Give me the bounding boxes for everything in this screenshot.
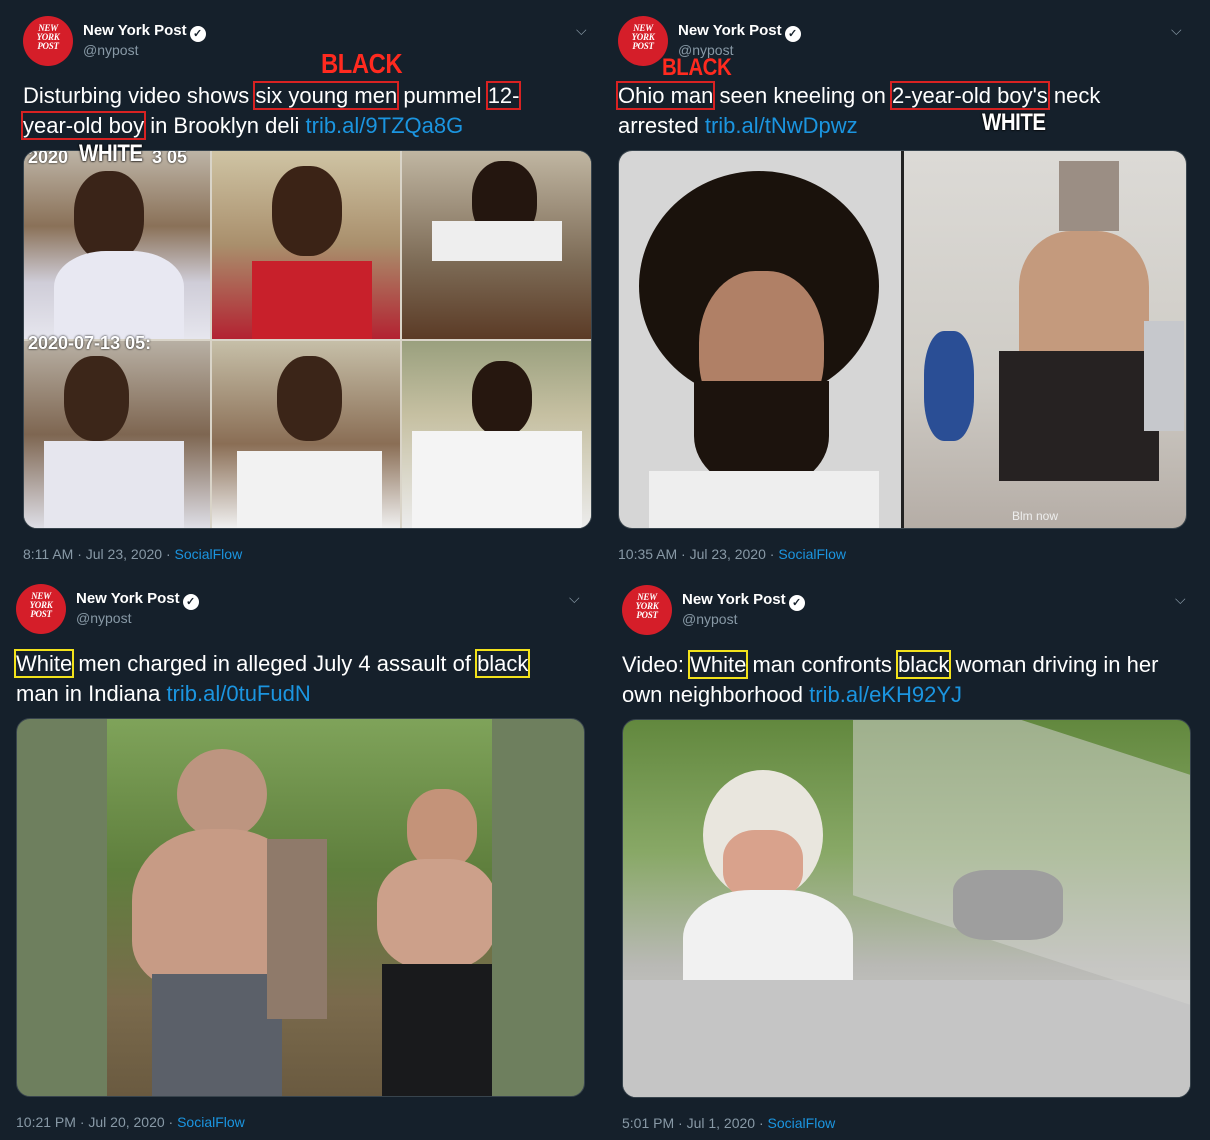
tweet-link[interactable]: trib.al/tNwDpwz [705,113,858,138]
chevron-down-icon[interactable]: ⌵ [569,590,580,607]
tweet-text: Disturbing video shows six young men pum… [23,81,522,110]
verified-badge-icon: ✓ [784,26,801,42]
tweet-link[interactable]: trib.al/eKH92YJ [809,682,962,707]
verified-badge-icon: ✓ [189,26,206,42]
tweet-source: SocialFlow [177,1114,245,1130]
tweet-source: SocialFlow [767,1115,836,1131]
tweet-text-line2: arrested trib.al/tNwDpwz [618,113,858,138]
chevron-down-icon[interactable]: ⌵ [1175,591,1186,608]
tweet-text-line2: own neighborhood trib.al/eKH92YJ [622,682,963,707]
account-name[interactable]: New York Post ✓ [678,22,801,42]
annotation-tag: WHITE [79,140,143,167]
account-handle[interactable]: @nypost [682,611,737,627]
video-timestamp: 3 05 [152,150,188,167]
annotation-tag: WHITE [982,109,1046,136]
grid-photo[interactable] [24,151,210,339]
tweet-1[interactable]: NEW YORK POST New York Post ✓ @nypost ⌵ BLA… [20,16,593,566]
avatar[interactable]: NEW YORK POST [16,584,66,634]
nypost-logo: NEW YORK POST [36,23,60,51]
highlight-box: White [13,649,75,678]
chevron-down-icon[interactable]: ⌵ [576,22,587,39]
mugshot-photo[interactable] [619,151,901,528]
video-timestamp: 2020 [28,150,69,167]
tweet-text: White men charged in alleged July 4 assa… [13,649,531,678]
tweet-timestamp[interactable]: 5:01 PM · Jul 1, 2020 · SocialFlow [622,1115,835,1131]
tweet-media-grid[interactable]: 2020 3 05 2020-07-13 05: [23,150,592,529]
kneeling-photo[interactable]: Blm now [904,151,1186,528]
grid-photo[interactable] [402,341,591,528]
tweet-timestamp[interactable]: 10:35 AM · Jul 23, 2020 · SocialFlow [618,546,846,562]
tweet-link[interactable]: trib.al/0tuFudN [166,681,310,706]
grid-photo[interactable] [212,341,400,528]
tweet-4[interactable]: NEW YORK POST New York Post ✓ @nypost ⌵ Vid… [622,585,1192,1135]
account-name[interactable]: New York Post ✓ [76,590,199,610]
tweet-timestamp[interactable]: 10:21 PM · Jul 20, 2020 · SocialFlow [16,1114,245,1130]
account-handle[interactable]: @nypost [76,610,131,626]
highlight-box: 2-year-old boy's [889,81,1050,110]
tweet-2[interactable]: NEW YORK POST New York Post ✓ @nypost ⌵ BLA… [615,16,1188,566]
tweet-text-line2: year-old boy in Brooklyn deli trib.al/9T… [20,111,464,140]
tweet-text: Ohio man seen kneeling on 2-year-old boy… [615,81,1101,110]
highlight-box: Ohio man [615,81,716,110]
tweet-source: SocialFlow [778,546,847,562]
nypost-logo: NEW YORK POST [29,591,53,619]
tweet-text: Video: White man confronts black woman d… [622,650,1159,679]
tweet-text-line2: man in Indiana trib.al/0tuFudN [16,681,311,706]
verified-badge-icon: ✓ [182,594,199,610]
photo-caption: Blm now [1012,509,1059,523]
tweet-media[interactable]: Blm now [618,150,1187,529]
highlight-box: year-old boy [20,111,147,140]
tweet-media[interactable] [16,718,585,1097]
highlight-box: six young men [253,81,400,110]
avatar[interactable]: NEW YORK POST [23,16,73,66]
tweet-3[interactable]: NEW YORK POST New York Post ✓ @nypost ⌵ Whi… [13,584,586,1134]
verified-badge-icon: ✓ [788,595,805,611]
annotation-tag: BLACK [321,48,403,79]
highlight-box: 12- [485,81,522,110]
avatar[interactable]: NEW YORK POST [622,585,672,635]
chevron-down-icon[interactable]: ⌵ [1171,22,1182,39]
highlight-box: black [475,649,531,678]
annotation-tag: BLACK [662,54,732,81]
grid-photo[interactable] [212,151,400,339]
tweet-timestamp[interactable]: 8:11 AM · Jul 23, 2020 · SocialFlow [23,546,242,562]
highlight-box: black [895,650,952,679]
tweet-source: SocialFlow [174,546,243,562]
tweet-media[interactable] [622,719,1191,1098]
account-name[interactable]: New York Post ✓ [83,22,206,42]
avatar[interactable]: NEW YORK POST [618,16,668,66]
account-name[interactable]: New York Post ✓ [682,591,805,611]
video-timestamp: 2020-07-13 05: [28,333,152,353]
nypost-logo: NEW YORK POST [631,23,655,51]
account-handle[interactable]: @nypost [83,42,138,58]
tweet-link[interactable]: trib.al/9TZQa8G [306,113,464,138]
nypost-logo: NEW YORK POST [635,592,659,620]
highlight-box: White [688,650,749,679]
grid-photo[interactable] [402,151,591,339]
grid-photo[interactable] [24,341,210,528]
forest-photo[interactable] [107,719,492,1096]
